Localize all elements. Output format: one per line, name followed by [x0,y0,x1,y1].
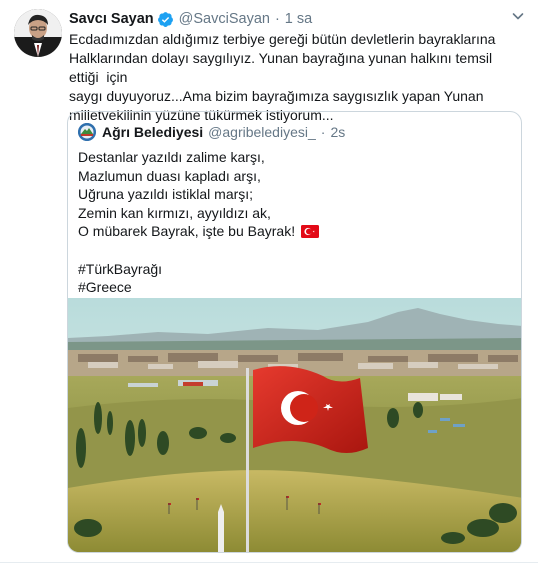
photo-turkish-flag-over-town [68,298,521,552]
quoted-tweet-header: Ağrı Belediyesi @agribelediyesi_ · 2s [78,122,345,142]
quoted-author-handle[interactable]: @agribelediyesi_ [208,124,316,140]
poem-line: Uğruna yazıldı istiklal marşı; [78,186,254,203]
tweet[interactable]: Savcı Sayan @SavciSayan · 1 sa Ecdadımız… [0,0,538,563]
turkish-flag-icon [301,224,320,243]
separator-dot: · [274,11,280,27]
author-avatar[interactable] [14,9,62,57]
caret-down-icon[interactable] [510,8,526,24]
poem-line: O mübarek Bayrak, işte bu Bayrak! [78,223,296,240]
poem-blank-line [78,241,319,260]
quoted-author-name[interactable]: Ağrı Belediyesi [102,124,203,140]
poem-line: Mazlumun duası kapladı arşı, [78,167,261,184]
avatar-image [14,9,62,57]
quoted-author-avatar[interactable] [78,123,96,141]
tweet-photo[interactable] [68,298,521,552]
poem-line-with-flag: O mübarek Bayrak, işte bu Bayrak! [78,222,320,243]
quoted-tweet-text: Destanlar yazıldı zalime karşı, Mazlumun… [78,148,320,297]
hashtag-turk-bayragi[interactable]: #TürkBayrağı [78,260,319,279]
poem-line: Destanlar yazıldı zalime karşı, [78,149,265,165]
author-handle[interactable]: @SavciSayan [179,11,270,27]
poem-line: Zemin kan kırmızı, ayyıldızı ak, [78,204,271,221]
tweet-timestamp[interactable]: 1 sa [285,11,312,27]
verified-badge-icon [157,11,174,28]
quoted-tweet-timestamp[interactable]: 2s [330,124,345,140]
author-name[interactable]: Savcı Sayan [69,11,154,27]
quoted-separator-dot: · [320,124,326,140]
tweet-header: Savcı Sayan @SavciSayan · 1 sa [69,9,524,29]
quoted-tweet[interactable]: Ağrı Belediyesi @agribelediyesi_ · 2s De… [67,111,522,553]
hashtag-greece[interactable]: #Greece [78,278,319,297]
